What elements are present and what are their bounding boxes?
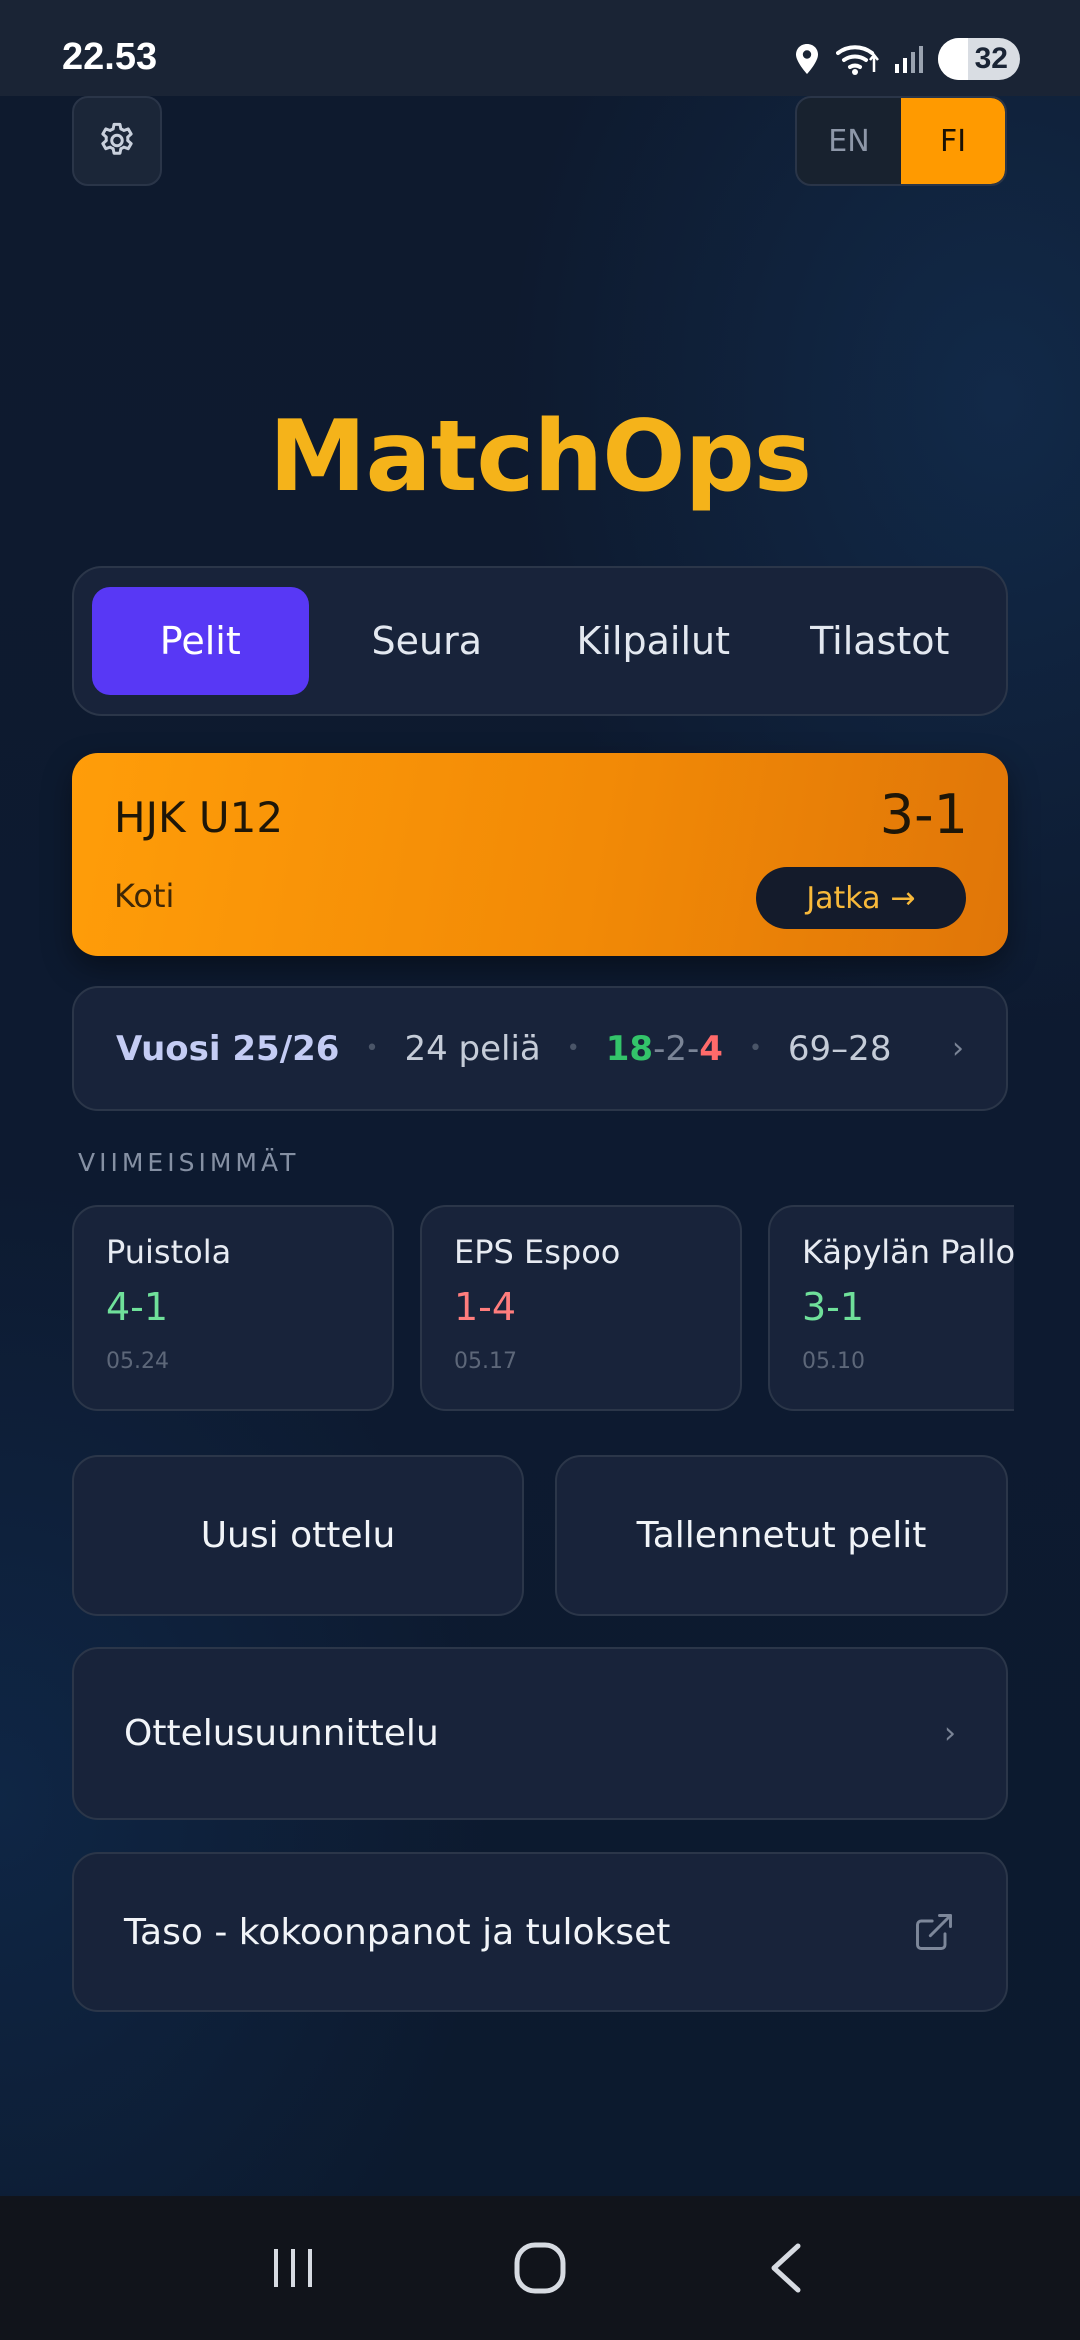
home-button[interactable] <box>495 2223 585 2313</box>
app-title: MatchOps <box>268 400 812 514</box>
recent-game-opponent: Puistola <box>106 1233 232 1271</box>
season-record: 18-2-4 <box>606 1029 723 1069</box>
main-tabs: Pelit Seura Kilpailut Tilastot <box>72 566 1008 716</box>
saved-games-label: Tallennetut pelit <box>636 1515 927 1556</box>
taso-link-button[interactable]: Taso - kokoonpanot ja tulokset <box>72 1852 1008 2012</box>
saved-games-button[interactable]: Tallennetut pelit <box>555 1455 1008 1616</box>
current-game-venue: Koti <box>114 877 175 915</box>
new-game-label: Uusi ottelu <box>200 1515 396 1556</box>
record-separator: - <box>653 1028 666 1069</box>
separator-dot: • <box>566 1036 580 1061</box>
back-icon <box>771 2243 801 2293</box>
recent-game-opponent: EPS Espoo <box>454 1233 621 1271</box>
season-losses: 4 <box>699 1028 723 1069</box>
language-toggle: EN FI <box>795 96 1007 186</box>
taso-link-label: Taso - kokoonpanot ja tulokset <box>124 1911 671 1953</box>
language-option-fi[interactable]: FI <box>901 98 1005 184</box>
separator-dot: • <box>365 1036 379 1061</box>
wifi-icon <box>836 45 879 75</box>
new-game-button[interactable]: Uusi ottelu <box>72 1455 524 1616</box>
recent-game-date: 05.24 <box>106 1349 169 1374</box>
recent-games-scroller[interactable]: Puistola 4-1 05.24 EPS Espoo 1-4 05.17 K… <box>72 1205 1014 1411</box>
season-label: Vuosi 25/26 <box>116 1028 340 1069</box>
recent-game-score: 4-1 <box>106 1285 169 1329</box>
current-game-card[interactable]: HJK U12 3-1 Koti Jatka → <box>72 753 1008 956</box>
season-goals: 69–28 <box>787 1028 892 1069</box>
recent-game-score: 1-4 <box>454 1285 517 1329</box>
arrow-right-icon: → <box>890 880 916 916</box>
settings-button[interactable] <box>72 96 162 186</box>
season-wins: 18 <box>605 1028 654 1069</box>
continue-label: Jatka <box>806 880 881 916</box>
separator-dot: • <box>748 1036 762 1061</box>
current-game-team: HJK U12 <box>114 793 284 842</box>
season-games-count: 24 peliä <box>404 1028 541 1069</box>
continue-button[interactable]: Jatka → <box>756 867 966 929</box>
system-nav-bar <box>0 2196 1080 2340</box>
tab-pelit[interactable]: Pelit <box>92 587 309 695</box>
language-option-en[interactable]: EN <box>797 98 901 184</box>
recent-game-card[interactable]: Käpylän Pallo 3-1 05.10 <box>768 1205 1014 1411</box>
signal-icon <box>895 46 923 73</box>
location-icon <box>796 44 818 74</box>
chevron-right-icon: › <box>944 1716 956 1751</box>
status-icons: 32 <box>792 38 1020 80</box>
recent-heading: VIIMEISIMMÄT <box>78 1148 300 1177</box>
recent-game-score: 3-1 <box>802 1285 865 1329</box>
recent-game-card[interactable]: Puistola 4-1 05.24 <box>72 1205 394 1411</box>
current-game-score: 3-1 <box>879 783 968 846</box>
recents-icon <box>274 2249 313 2287</box>
recents-button[interactable] <box>248 2223 338 2313</box>
chevron-right-icon: › <box>952 1031 964 1066</box>
battery-icon: 32 <box>938 38 1020 80</box>
season-summary[interactable]: Vuosi 25/26 • 24 peliä • 18-2-4 • 69–28 … <box>72 986 1008 1111</box>
app-screen: 22.53 32 EN FI MatchOps Pelit Seura Kilp… <box>0 0 1080 2340</box>
recent-game-date: 05.10 <box>802 1349 865 1374</box>
external-link-icon <box>912 1910 956 1954</box>
recent-game-card[interactable]: EPS Espoo 1-4 05.17 <box>420 1205 742 1411</box>
match-planning-button[interactable]: Ottelusuunnittelu › <box>72 1647 1008 1820</box>
status-bar: 22.53 32 <box>0 0 1080 96</box>
match-planning-label: Ottelusuunnittelu <box>124 1713 439 1754</box>
status-time: 22.53 <box>62 36 158 78</box>
recent-game-date: 05.17 <box>454 1349 517 1374</box>
season-draws: 2 <box>665 1028 687 1069</box>
back-button[interactable] <box>742 2223 832 2313</box>
tab-seura[interactable]: Seura <box>319 587 536 695</box>
record-separator: - <box>686 1028 700 1069</box>
battery-level: 32 <box>974 42 1008 75</box>
tab-tilastot[interactable]: Tilastot <box>772 587 989 695</box>
tab-kilpailut[interactable]: Kilpailut <box>545 587 762 695</box>
recent-games-track: Puistola 4-1 05.24 EPS Espoo 1-4 05.17 K… <box>72 1205 1014 1411</box>
recent-game-opponent: Käpylän Pallo <box>802 1233 1014 1271</box>
home-icon <box>514 2242 566 2294</box>
gear-icon <box>101 122 133 155</box>
